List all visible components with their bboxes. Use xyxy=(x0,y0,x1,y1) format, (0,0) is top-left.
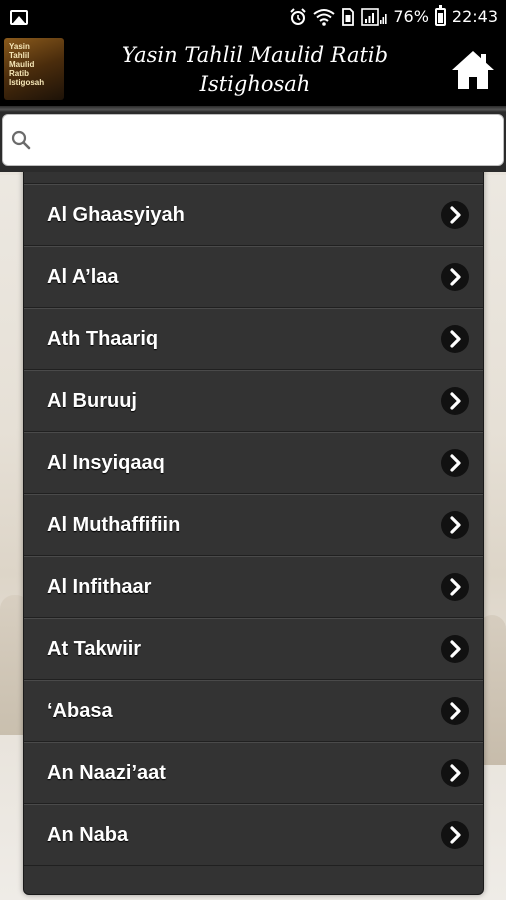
list-item-label: Al Insyiqaaq xyxy=(47,452,165,474)
list-item-label: At Takwiir xyxy=(47,638,142,660)
list-item[interactable]: Al Insyiqaaq xyxy=(24,432,483,494)
list-item-label: Al A’laa xyxy=(47,266,119,288)
clock: 22:43 xyxy=(451,7,498,26)
page-title: Yasin Tahlil Maulid Ratib Istighosah xyxy=(80,41,430,99)
chevron-right-icon xyxy=(441,263,469,291)
list-item[interactable]: Al Infithaar xyxy=(24,556,483,618)
chevron-right-icon xyxy=(441,697,469,725)
chevron-right-icon xyxy=(441,759,469,787)
chevron-right-icon xyxy=(441,821,469,849)
list-item-label: Ath Thaariq xyxy=(47,328,159,350)
chevron-right-icon xyxy=(441,573,469,601)
chevron-right-icon xyxy=(441,511,469,539)
list-item-label: Al Buruuj xyxy=(47,390,137,412)
chevron-right-icon xyxy=(441,387,469,415)
search-bar xyxy=(0,112,506,172)
list-item-label: An Naazi’aat xyxy=(47,762,166,784)
signal-icon xyxy=(361,8,387,26)
home-icon[interactable] xyxy=(450,48,496,92)
list-item[interactable]: Al A’laa xyxy=(24,246,483,308)
list-item[interactable]: An Naazi’aat xyxy=(24,742,483,804)
chevron-right-icon xyxy=(441,325,469,353)
search-field[interactable] xyxy=(2,114,504,166)
page-title-line-2: Istighosah xyxy=(199,72,311,96)
page-title-line-1: Yasin Tahlil Maulid Ratib xyxy=(121,43,389,67)
list-item[interactable]: At Takwiir xyxy=(24,618,483,680)
alarm-icon xyxy=(290,8,307,25)
list-item[interactable]: Ath Thaariq xyxy=(24,308,483,370)
app-header: Yasin Tahlil Maulid Ratib Istigosah Yasi… xyxy=(0,34,506,106)
list-item[interactable]: An Naba xyxy=(24,804,483,866)
image-icon xyxy=(10,9,28,25)
list-item-label: Al Muthaffifiin xyxy=(47,514,181,536)
surah-list: Al FajrAl GhaasyiyahAl A’laaAth ThaariqA… xyxy=(23,152,484,895)
battery-icon xyxy=(434,5,446,26)
list-item-label: Al Ghaasyiyah xyxy=(47,204,185,226)
list-item[interactable]: Al Ghaasyiyah xyxy=(24,184,483,246)
sim-icon xyxy=(342,8,355,26)
list-item[interactable]: Al Muthaffifiin xyxy=(24,494,483,556)
list-item-label: ‘Abasa xyxy=(47,700,113,722)
list-item-label: Al Infithaar xyxy=(47,576,152,598)
status-bar: 76% 22:43 xyxy=(0,0,506,34)
search-input[interactable] xyxy=(39,120,503,160)
chevron-right-icon xyxy=(441,449,469,477)
chevron-right-icon xyxy=(441,635,469,663)
battery-percent: 76% xyxy=(393,7,429,26)
app-logo: Yasin Tahlil Maulid Ratib Istigosah xyxy=(4,38,64,100)
search-icon xyxy=(11,130,31,150)
wifi-icon xyxy=(313,9,335,26)
chevron-right-icon xyxy=(441,201,469,229)
header-divider xyxy=(0,106,506,112)
list-item-label: An Naba xyxy=(47,824,129,846)
list-item[interactable]: Al Buruuj xyxy=(24,370,483,432)
list-item[interactable]: ‘Abasa xyxy=(24,680,483,742)
